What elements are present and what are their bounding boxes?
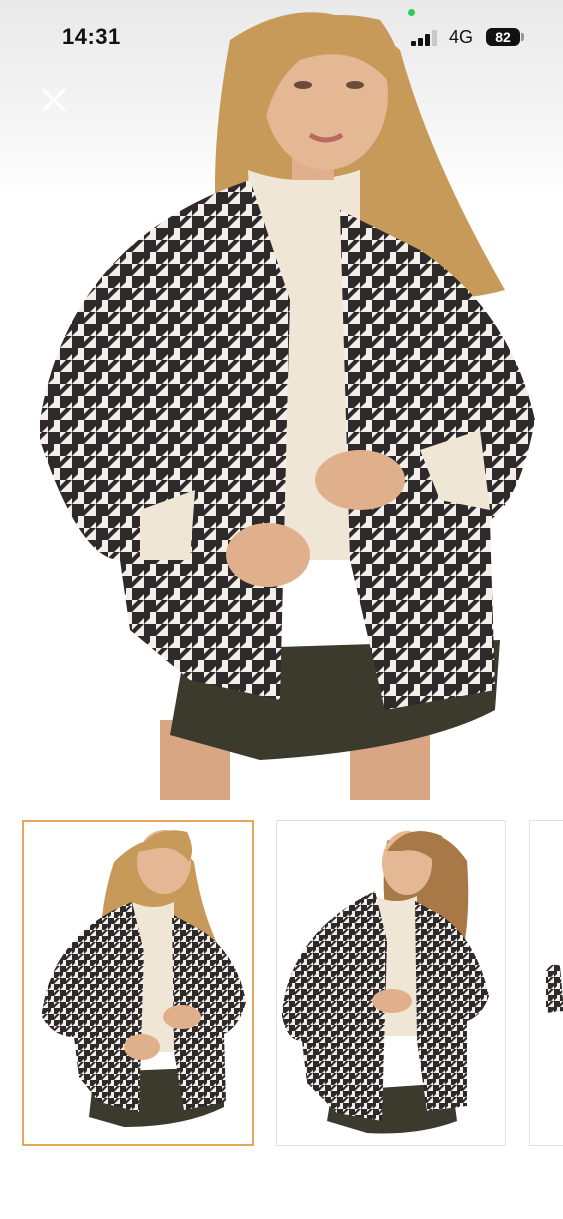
cellular-signal-icon: [411, 30, 439, 46]
product-main-image[interactable]: [0, 0, 563, 800]
thumbnail-1[interactable]: [22, 820, 254, 1146]
network-type: 4G: [449, 27, 474, 47]
battery-icon: 82: [486, 28, 520, 46]
thumbnail-3[interactable]: [529, 820, 563, 1146]
close-icon: [42, 88, 66, 112]
thumbnail-2[interactable]: [276, 820, 506, 1146]
status-time: 14:31: [62, 24, 121, 49]
status-bar: 14:31 4G 82: [0, 0, 563, 70]
battery-cap: [521, 33, 524, 41]
privacy-indicator-dot: [408, 9, 415, 16]
close-button[interactable]: [38, 84, 70, 116]
thumbnail-strip[interactable]: [0, 818, 563, 1150]
